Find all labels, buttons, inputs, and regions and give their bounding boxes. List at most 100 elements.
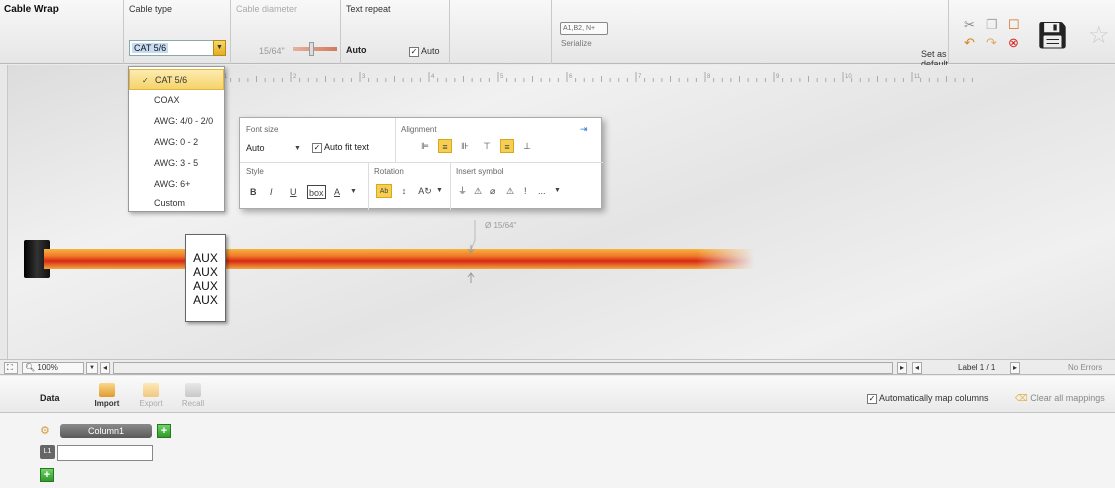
slider-track [293, 47, 337, 51]
next-label-icon[interactable]: ▸ [1010, 362, 1020, 374]
ruler-number: 11 [914, 74, 921, 80]
pin-icon[interactable]: ⇥ [580, 122, 588, 136]
italic-button[interactable]: I [270, 185, 273, 199]
cable-type-value: CAT 5/6 [132, 43, 169, 53]
ruler-number: 10 [845, 74, 852, 80]
serialize-icon[interactable]: A1,B2, N+ [560, 22, 608, 35]
panel-divider [368, 162, 369, 210]
cable-diameter-slider[interactable] [293, 42, 337, 56]
edit-tools: ✂ ❐ ☐ ↶ ↷ ⊗ 💾︎ ☆ [960, 18, 1115, 58]
ruler-number: 5 [500, 74, 504, 80]
mapping-icon[interactable]: ⚙ [40, 424, 54, 438]
delete-icon[interactable]: ⊗ [1008, 36, 1019, 50]
app-title: Cable Wrap [4, 4, 59, 15]
data-panel: Data Import Export Recall ✓ Automaticall… [0, 376, 1115, 488]
dropdown-item-coax[interactable]: COAX [129, 90, 224, 111]
export-button[interactable]: Export [136, 383, 166, 408]
auto-repeat-checkbox[interactable]: ✓ Auto [409, 46, 440, 57]
auto-fit-label: Auto fit text [324, 142, 370, 152]
align-middle-icon[interactable]: ≡ [500, 139, 514, 153]
chevron-down-icon[interactable]: ▼ [554, 184, 561, 198]
wrap-label[interactable]: AUX AUX AUX AUX [185, 234, 226, 322]
box-button[interactable]: box [307, 185, 326, 199]
more-symbols-icon[interactable]: ... [538, 184, 546, 198]
ruler-number: 9 [776, 74, 780, 80]
dropdown-item-awg-0-2[interactable]: AWG: 0 - 2 [129, 132, 224, 153]
auto-map-checkbox[interactable]: ✓ Automatically map columns [867, 393, 989, 404]
column-header[interactable]: Column1 [60, 424, 152, 438]
data-title: Data [40, 393, 60, 403]
error-status: No Errors [1068, 363, 1103, 372]
cable-graphic [44, 249, 754, 269]
favorite-star-icon[interactable]: ☆ [1088, 24, 1110, 48]
undo-icon[interactable]: ↶ [964, 36, 975, 50]
underline-button[interactable]: U [290, 185, 297, 199]
data-cell-input[interactable] [57, 445, 153, 461]
recall-label: Recall [181, 399, 205, 408]
cable-type-combobox[interactable]: CAT 5/6 ▼ [129, 40, 226, 56]
align-center-icon[interactable]: ≡ [438, 139, 452, 153]
align-top-icon[interactable]: ⊤ [480, 139, 494, 153]
chevron-down-icon[interactable]: ▼ [294, 142, 301, 156]
text-repeat-value[interactable]: Auto [346, 45, 367, 55]
ribbon-toolbar: Cable Wrap Cable type CAT 5/6 ▼ Cable di… [0, 0, 1115, 69]
dropdown-item-awg-6plus[interactable]: AWG: 6+ [129, 174, 224, 195]
align-bottom-icon[interactable]: ⊥ [520, 139, 534, 153]
prev-label-icon[interactable]: ◂ [912, 362, 922, 374]
align-left-icon[interactable]: ⊫ [418, 139, 432, 153]
hazard-symbol-icon[interactable]: ⚠ [506, 184, 514, 198]
paste-icon[interactable]: ☐ [1008, 18, 1020, 32]
add-column-button[interactable]: + [157, 424, 171, 438]
auto-map-label: Automatically map columns [879, 393, 989, 403]
dropdown-item-awg-3-5[interactable]: AWG: 3 - 5 [129, 153, 224, 174]
import-button[interactable]: Import [92, 383, 122, 408]
slider-thumb[interactable] [309, 42, 314, 56]
copy-icon[interactable]: ❐ [986, 18, 998, 32]
label-text-line: AUX [193, 279, 218, 293]
cut-icon[interactable]: ✂ [964, 18, 975, 32]
save-icon[interactable]: 💾︎ [1036, 22, 1069, 48]
horizontal-scrollbar[interactable] [113, 362, 893, 374]
rotation-label: Rotation [374, 167, 404, 176]
scroll-right-icon[interactable]: ▸ [897, 362, 907, 374]
style-label: Style [246, 167, 264, 176]
fit-page-icon[interactable]: ⛶ [4, 362, 18, 374]
align-right-icon[interactable]: ⊪ [458, 139, 472, 153]
recall-button[interactable]: Recall [178, 383, 208, 408]
chevron-down-icon[interactable]: ▼ [213, 40, 226, 56]
app-title-section: Cable Wrap [0, 0, 124, 64]
rotate-0-icon[interactable]: Ab [376, 184, 392, 198]
rotate-free-icon[interactable]: A↻ [416, 184, 434, 198]
status-bar: ⛶ 🔍︎ 100% ▼ ◂ ▸ ◂ Label 1 / 1 ▸ No Error… [0, 359, 1115, 375]
label-text-line: AUX [193, 265, 218, 279]
dropdown-item-custom[interactable]: Custom [129, 193, 224, 214]
chevron-down-icon[interactable]: ▼ [350, 185, 357, 199]
ground-symbol-icon[interactable]: ⏚ [458, 184, 467, 198]
warning-symbol-icon[interactable]: ⚠ [474, 184, 482, 198]
chevron-down-icon[interactable]: ▼ [436, 184, 443, 198]
serialize-button-label[interactable]: Serialize [561, 39, 592, 48]
auto-fit-checkbox[interactable]: ✓ Auto fit text [312, 142, 369, 153]
panel-divider [450, 162, 451, 210]
dropdown-item-awg-40-20[interactable]: AWG: 4/0 - 2/0 [129, 111, 224, 132]
zoom-icon: 🔍︎ [25, 363, 36, 372]
ruler-number: 8 [707, 74, 711, 80]
redo-icon[interactable]: ↷ [986, 36, 997, 50]
ruler-number: 4 [431, 74, 435, 80]
font-size-select[interactable]: Auto [246, 143, 265, 153]
rotate-90-icon[interactable]: ↕ [398, 184, 410, 198]
font-color-button[interactable]: A [334, 185, 340, 199]
diameter-symbol-icon[interactable]: ⌀ [490, 184, 495, 198]
panel-divider [240, 162, 603, 163]
vertical-ruler [0, 65, 8, 373]
add-row-button[interactable]: + [40, 468, 54, 482]
exclamation-symbol-icon[interactable]: ! [524, 184, 527, 198]
bold-button[interactable]: B [250, 185, 257, 199]
dropdown-item-cat56[interactable]: ✓ CAT 5/6 [129, 69, 224, 90]
scroll-left-icon[interactable]: ◂ [100, 362, 110, 374]
clear-mappings-button[interactable]: ⌫ Clear all mappings [1015, 393, 1105, 404]
label-counter: Label 1 / 1 [958, 363, 996, 372]
chevron-down-icon[interactable]: ▼ [86, 362, 98, 374]
font-size-label: Font size [246, 125, 279, 134]
zoom-control[interactable]: 🔍︎ 100% [22, 362, 84, 374]
